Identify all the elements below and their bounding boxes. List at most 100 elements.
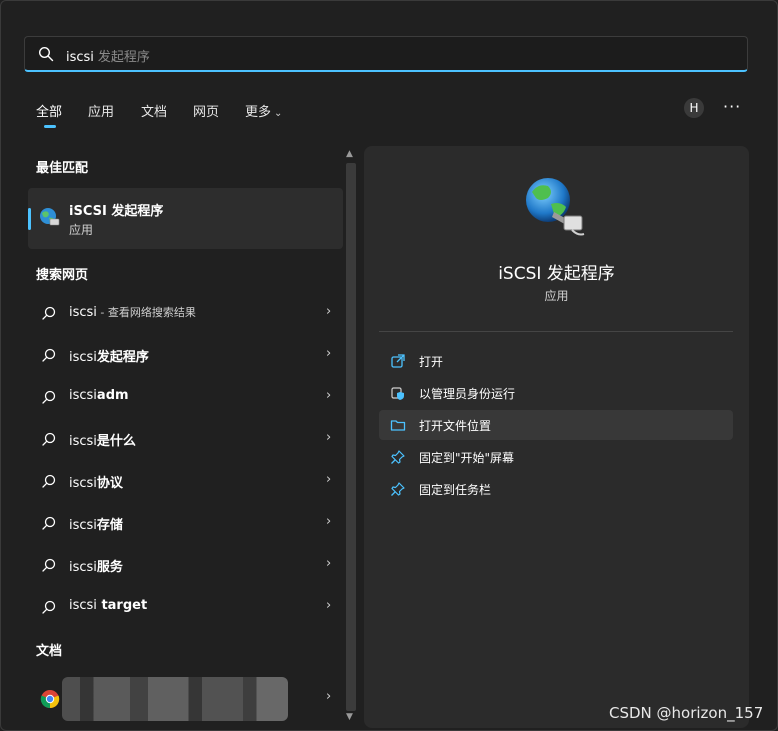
tab-apps[interactable]: 应用 <box>88 101 114 120</box>
search-icon <box>42 516 56 530</box>
web-result-text: iscsi协议 <box>69 472 123 491</box>
web-result-text: iscsi - 查看网络搜索结果 <box>69 304 196 320</box>
best-match-heading: 最佳匹配 <box>36 161 89 176</box>
web-result-item[interactable]: iscsi存储 › <box>28 503 343 543</box>
best-match-item[interactable]: iSCSI 发起程序 应用 <box>28 188 343 249</box>
action-label: 以管理员身份运行 <box>419 387 516 401</box>
action-label: 固定到任务栏 <box>419 483 492 497</box>
web-result-prefix: iscsi <box>69 518 97 533</box>
tab-web[interactable]: 网页 <box>193 101 219 120</box>
web-result-suffix: 是什么 <box>96 434 136 449</box>
web-result-text: iscsi target <box>69 598 147 613</box>
search-icon <box>38 46 54 62</box>
web-result-text: iscsi是什么 <box>69 430 136 449</box>
folder-icon <box>390 420 406 431</box>
web-result-item[interactable]: iscsi发起程序 › <box>28 335 343 375</box>
selection-indicator <box>28 208 31 230</box>
watermark-text: CSDN @horizon_157 <box>609 704 764 722</box>
search-box[interactable]: iscsi 发起程序 <box>24 36 748 72</box>
web-result-item[interactable]: iscsi target › <box>28 587 343 627</box>
action-pin-to-taskbar[interactable]: 固定到任务栏 <box>379 474 733 504</box>
search-icon <box>42 348 56 362</box>
chevron-right-icon: › <box>326 598 332 613</box>
web-result-item[interactable]: iscsi服务 › <box>28 545 343 585</box>
search-icon <box>42 390 56 404</box>
pin-icon <box>391 450 405 464</box>
chrome-icon <box>40 690 60 709</box>
iscsi-globe-icon <box>526 178 585 236</box>
action-label: 打开文件位置 <box>419 419 492 433</box>
search-autocomplete-hint: 发起程序 <box>97 50 150 65</box>
web-result-suffix: 存储 <box>96 518 123 533</box>
chevron-right-icon: › <box>326 514 332 529</box>
scroll-up-arrow-icon[interactable]: ▲ <box>346 149 353 159</box>
scroll-down-arrow-icon[interactable]: ▼ <box>346 712 353 722</box>
web-result-suffix: 发起程序 <box>96 350 149 365</box>
scrollbar-thumb[interactable] <box>346 163 356 711</box>
divider <box>379 331 733 332</box>
chevron-right-icon: › <box>326 346 332 361</box>
chevron-right-icon: › <box>326 689 332 704</box>
web-result-suffix: 协议 <box>96 476 123 491</box>
action-run-as-admin[interactable]: 以管理员身份运行 <box>379 378 733 408</box>
user-avatar[interactable]: H <box>684 98 704 118</box>
web-search-heading: 搜索网页 <box>36 268 89 283</box>
chevron-right-icon: › <box>326 304 332 319</box>
results-scrollbar[interactable]: ▲ ▼ <box>344 149 358 724</box>
web-result-prefix: iscsi <box>69 388 97 403</box>
search-icon <box>42 474 56 488</box>
web-result-item[interactable]: iscsi协议 › <box>28 461 343 501</box>
tab-all[interactable]: 全部 <box>36 101 62 120</box>
tab-documents[interactable]: 文档 <box>141 101 167 120</box>
app-detail-type: 应用 <box>544 289 569 303</box>
search-query-text: iscsi <box>66 50 94 65</box>
web-result-suffix: adm <box>96 388 129 403</box>
web-result-prefix: iscsi <box>69 598 97 613</box>
document-item[interactable]: › <box>28 677 343 721</box>
action-pin-to-start[interactable]: 固定到"开始"屏幕 <box>379 442 733 472</box>
chevron-right-icon: › <box>326 388 332 403</box>
action-open[interactable]: 打开 <box>379 346 733 376</box>
search-input[interactable]: iscsi 发起程序 <box>66 46 150 65</box>
web-result-suffix: 服务 <box>96 560 123 575</box>
app-detail-title: iSCSI 发起程序 <box>498 264 615 284</box>
search-icon <box>42 600 56 614</box>
shield-admin-icon <box>391 387 404 400</box>
web-result-item[interactable]: iscsi - 查看网络搜索结果 › <box>28 293 343 333</box>
web-result-item[interactable]: iscsi是什么 › <box>28 419 343 459</box>
action-label: 固定到"开始"屏幕 <box>419 451 515 465</box>
more-options-button[interactable]: ··· <box>723 97 741 116</box>
iscsi-globe-icon <box>40 208 60 226</box>
action-open-file-location[interactable]: 打开文件位置 <box>379 410 733 440</box>
web-result-prefix: iscsi <box>69 434 97 449</box>
pin-icon <box>391 482 405 496</box>
search-icon <box>42 558 56 572</box>
web-result-prefix: iscsi <box>69 350 97 365</box>
web-result-text: iscsiadm <box>69 388 129 403</box>
web-result-prefix: iscsi <box>69 476 97 491</box>
start-search-window: iscsi 发起程序 全部 应用 文档 网页 更多 ⌄ H ··· 最佳匹配 iSC… <box>0 0 778 731</box>
web-result-text: iscsi发起程序 <box>69 346 149 365</box>
chevron-right-icon: › <box>326 430 332 445</box>
web-result-text: iscsi存储 <box>69 514 123 533</box>
web-result-prefix: iscsi <box>69 560 97 575</box>
app-detail-panel: iSCSI 发起程序 应用 打开 以管理员身份运行 打开文件位置 固定到"开始"… <box>364 146 749 728</box>
open-external-icon <box>391 354 405 368</box>
chevron-down-icon: ⌄ <box>274 108 283 119</box>
web-result-suffix: - 查看网络搜索结果 <box>96 306 196 319</box>
best-match-subtitle: 应用 <box>69 223 94 237</box>
search-icon <box>42 432 56 446</box>
web-result-item[interactable]: iscsiadm › <box>28 377 343 417</box>
blurred-document-name <box>62 677 288 721</box>
tab-more-label: 更多 <box>245 105 272 120</box>
action-label: 打开 <box>419 355 444 369</box>
chevron-right-icon: › <box>326 556 332 571</box>
tab-more[interactable]: 更多 ⌄ <box>245 101 282 120</box>
best-match-title: iSCSI 发起程序 <box>69 204 164 219</box>
active-tab-indicator <box>44 125 56 128</box>
web-result-text: iscsi服务 <box>69 556 123 575</box>
web-result-suffix: target <box>96 598 148 613</box>
documents-heading: 文档 <box>36 644 63 659</box>
web-result-prefix: iscsi <box>69 305 97 320</box>
chevron-right-icon: › <box>326 472 332 487</box>
